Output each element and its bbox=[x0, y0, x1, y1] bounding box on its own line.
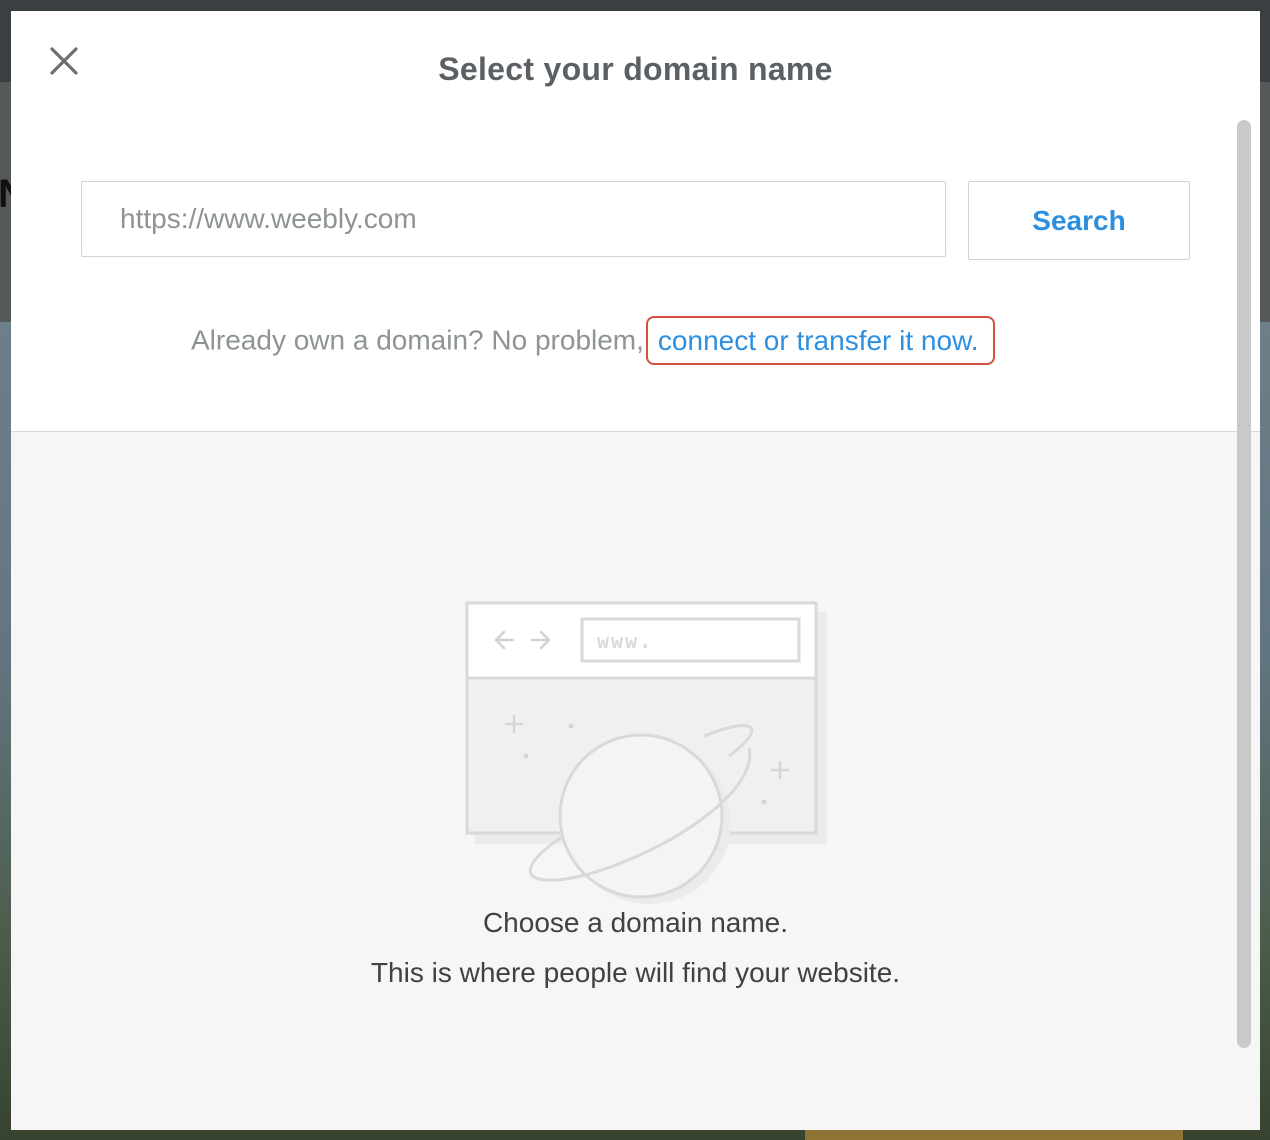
own-domain-text: Already own a domain? No problem, bbox=[191, 324, 644, 356]
own-domain-row: Already own a domain? No problem, connect… bbox=[191, 314, 995, 366]
empty-state-title: Choose a domain name. bbox=[482, 907, 789, 938]
empty-state-subtitle: This is where people will find your webs… bbox=[370, 957, 901, 988]
domain-search-input[interactable] bbox=[81, 181, 946, 257]
search-button[interactable]: Search bbox=[968, 181, 1190, 260]
modal-scrollbar[interactable] bbox=[1237, 120, 1251, 1048]
domain-modal: Select your domain name Search Already o… bbox=[11, 11, 1260, 1130]
modal-title: Select your domain name bbox=[438, 51, 833, 87]
browser-planet-illustration: www. bbox=[465, 601, 827, 904]
browser-url-text: www. bbox=[597, 629, 653, 653]
connect-transfer-link[interactable]: connect or transfer it now. bbox=[645, 316, 995, 366]
backdrop-button-edge bbox=[805, 1130, 1183, 1140]
